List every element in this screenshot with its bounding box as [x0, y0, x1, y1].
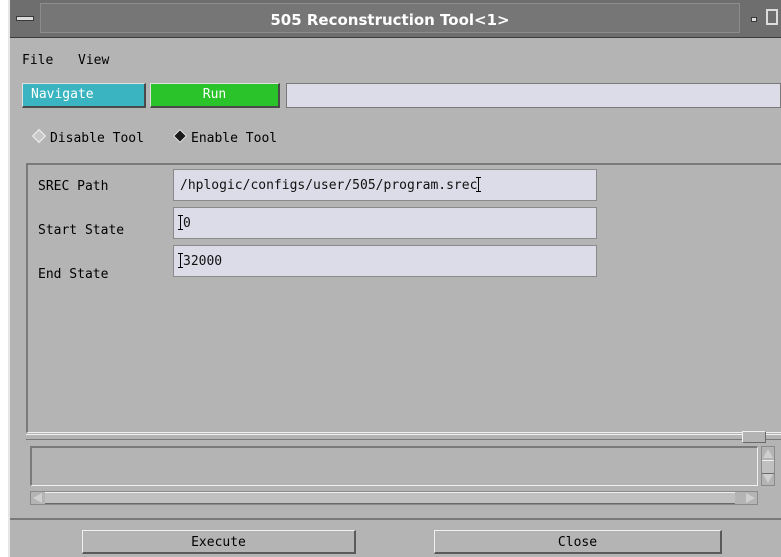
splitter-sash-handle[interactable] — [742, 431, 766, 443]
end-state-value: 32000 — [183, 254, 223, 269]
scroll-up-arrow-icon[interactable] — [763, 449, 773, 458]
start-state-value: 0 — [183, 216, 191, 231]
close-button[interactable]: Close — [434, 530, 722, 554]
run-button[interactable]: Run — [150, 83, 280, 108]
menu-view[interactable]: View — [78, 53, 109, 68]
parameters-panel: SREC Path /hplogic/configs/user/505/prog… — [26, 163, 781, 433]
title-area[interactable]: 505 Reconstruction Tool<1> — [40, 3, 740, 33]
srec-path-label: SREC Path — [38, 179, 109, 194]
srec-path-value: /hplogic/configs/user/505/program.srec — [180, 178, 478, 193]
disable-tool-label: Disable Tool — [50, 131, 144, 146]
vertical-scrollbar[interactable] — [761, 446, 775, 486]
action-bar: Execute Close — [10, 518, 781, 557]
execute-button[interactable]: Execute — [82, 530, 356, 554]
end-state-label: End State — [38, 267, 109, 282]
maximize-icon[interactable] — [762, 6, 781, 30]
message-area — [30, 446, 758, 486]
horizontal-scroll-thumb[interactable] — [45, 492, 735, 504]
menu-file[interactable]: File — [22, 53, 53, 68]
radio-on-icon — [172, 128, 188, 144]
enable-tool-radio[interactable]: Enable Tool — [172, 128, 278, 146]
enable-tool-label: Enable Tool — [191, 131, 278, 146]
scroll-right-arrow-icon[interactable] — [746, 493, 755, 503]
window-title: 505 Reconstruction Tool<1> — [270, 11, 510, 29]
disable-tool-radio[interactable]: Disable Tool — [31, 128, 144, 146]
text-cursor-icon — [178, 215, 183, 230]
pane-splitter[interactable] — [26, 434, 781, 440]
start-state-label: Start State — [38, 223, 125, 238]
reconstruction-tool-window: 505 Reconstruction Tool<1> File View Nav… — [8, 0, 781, 557]
vertical-scroll-thumb[interactable] — [762, 460, 774, 474]
end-state-input[interactable]: 32000 — [173, 245, 597, 277]
horizontal-scrollbar[interactable] — [30, 491, 758, 505]
menu-bar: File View — [10, 40, 781, 76]
minimize-icon[interactable] — [745, 6, 761, 30]
status-field — [286, 83, 781, 108]
window-menu-icon[interactable] — [14, 6, 34, 30]
navigate-button[interactable]: Navigate — [22, 83, 146, 108]
srec-path-input[interactable]: /hplogic/configs/user/505/program.srec — [173, 169, 597, 201]
text-cursor-icon — [178, 253, 183, 268]
start-state-input[interactable]: 0 — [173, 207, 597, 239]
text-cursor-icon — [476, 177, 482, 192]
scroll-down-arrow-icon[interactable] — [763, 474, 773, 483]
title-bar[interactable]: 505 Reconstruction Tool<1> — [10, 0, 781, 38]
scroll-left-arrow-icon[interactable] — [33, 493, 42, 503]
radio-off-icon — [31, 128, 47, 144]
